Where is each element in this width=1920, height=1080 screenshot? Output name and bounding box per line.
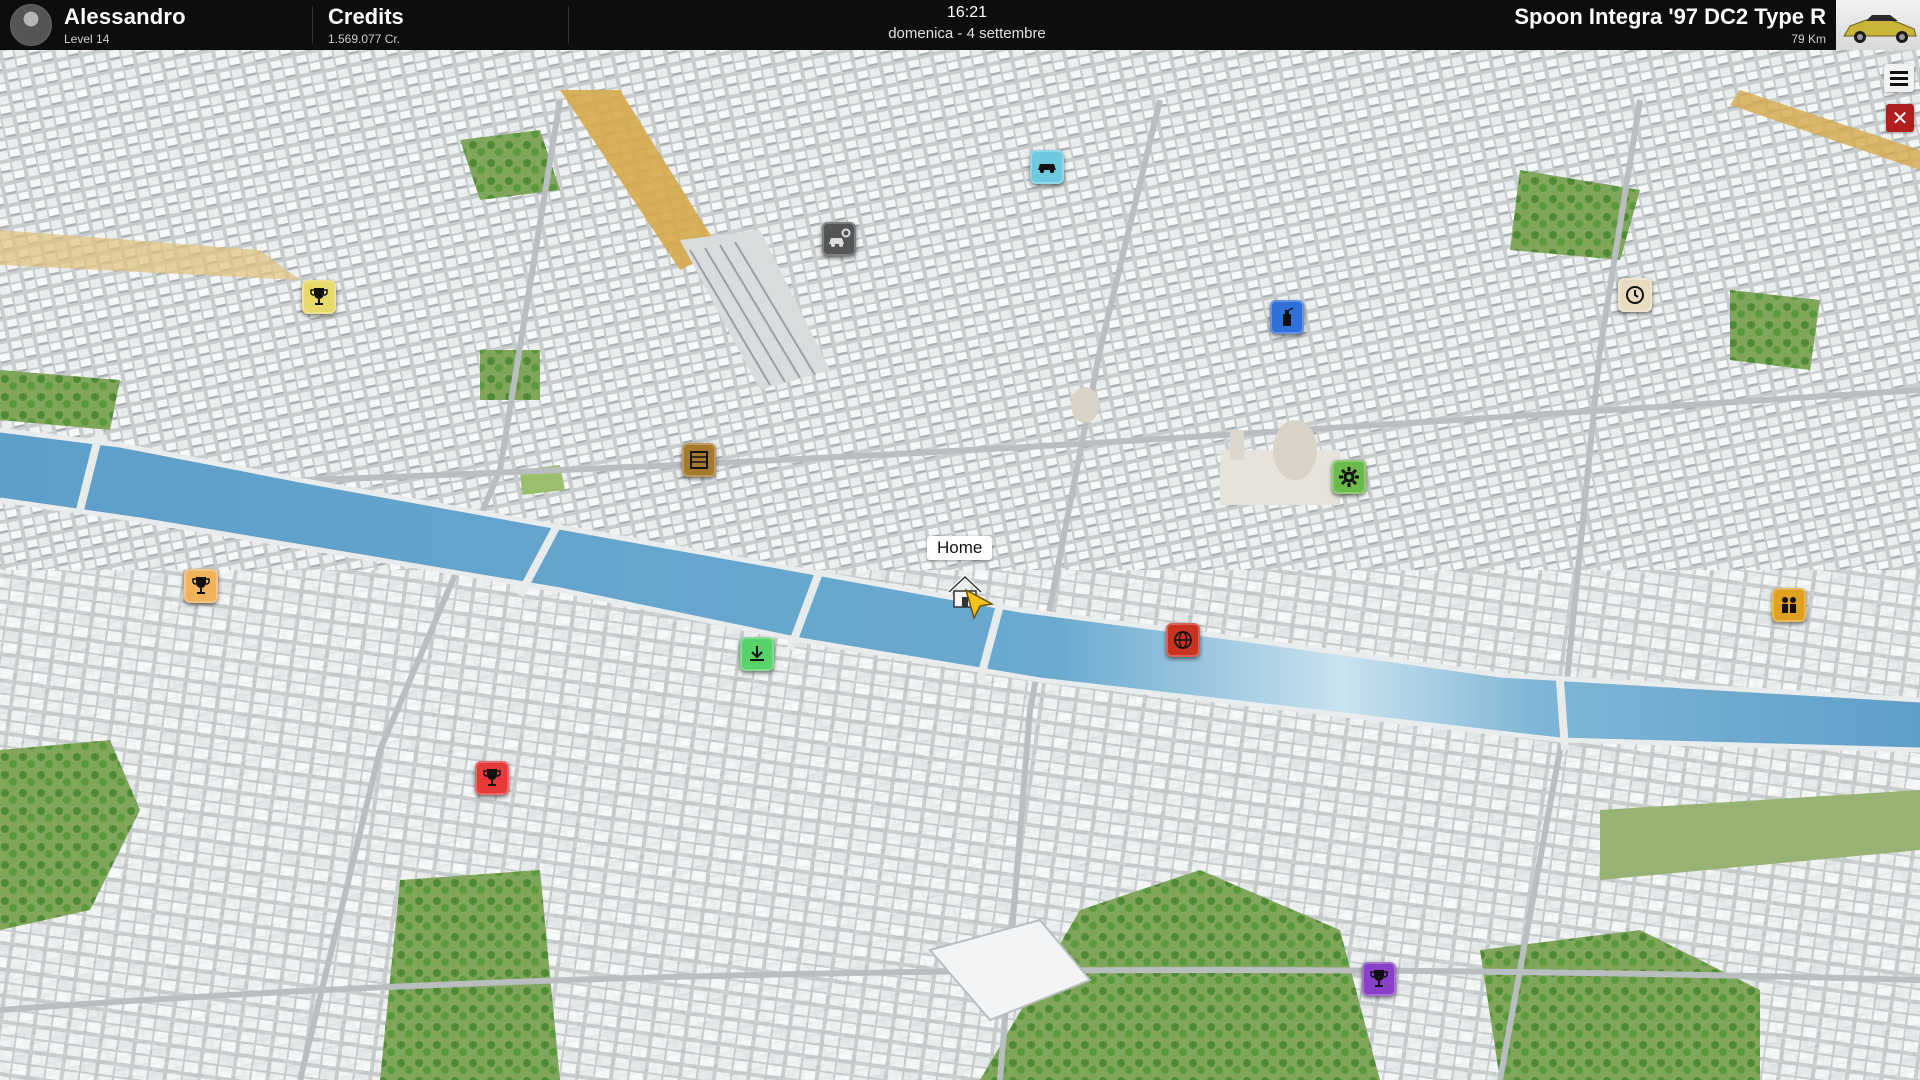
clock-icon [1626, 286, 1644, 304]
meeting-marker[interactable] [1772, 588, 1806, 622]
championship-event-marker[interactable] [475, 761, 509, 795]
car-wash-marker[interactable] [1270, 300, 1304, 334]
trophy-icon [192, 577, 210, 594]
download-icon [750, 646, 764, 661]
close-button[interactable]: ✕ [1886, 104, 1914, 132]
trophy-icon [1370, 970, 1388, 987]
tuning-shop-marker[interactable] [822, 222, 856, 256]
download-marker[interactable] [740, 637, 774, 671]
time-challenge-marker[interactable] [1618, 278, 1652, 312]
current-car-name: Spoon Integra '97 DC2 Type R [1514, 4, 1826, 29]
city-map-render [0, 50, 1920, 1080]
archive-marker[interactable] [682, 443, 716, 477]
top-status-bar: Alessandro Level 14 Credits 1.569.077 Cr… [0, 0, 1920, 50]
close-icon: ✕ [1891, 107, 1909, 130]
championship-event-marker[interactable] [184, 569, 218, 603]
car-icon [1038, 164, 1056, 174]
hamburger-line [1890, 76, 1908, 80]
championship-event-marker[interactable] [1362, 962, 1396, 996]
map-cursor-icon [964, 588, 995, 621]
globe-icon [1174, 631, 1192, 649]
hamburger-line [1890, 82, 1908, 86]
championship-event-marker[interactable] [302, 280, 336, 314]
spray-icon [1283, 307, 1294, 326]
crate-icon [690, 451, 708, 469]
gear-icon [1339, 467, 1359, 487]
car-thumbnail-image [1843, 15, 1917, 43]
car-dealer-marker[interactable] [1030, 150, 1064, 184]
trophy-icon [310, 288, 328, 305]
hamburger-menu-icon [1890, 70, 1908, 74]
trophy-icon [483, 769, 501, 786]
online-event-marker[interactable] [1166, 623, 1200, 657]
current-car-distance: 79 Km [1791, 32, 1826, 46]
people-icon [1782, 597, 1796, 613]
city-map[interactable]: Home ✕ [0, 50, 1920, 1080]
home-label: Home [927, 536, 993, 560]
menu-button[interactable] [1884, 64, 1914, 92]
car-gear-icon [829, 228, 851, 247]
current-car-thumbnail[interactable] [1836, 0, 1920, 50]
mechanic-marker[interactable] [1332, 460, 1366, 494]
